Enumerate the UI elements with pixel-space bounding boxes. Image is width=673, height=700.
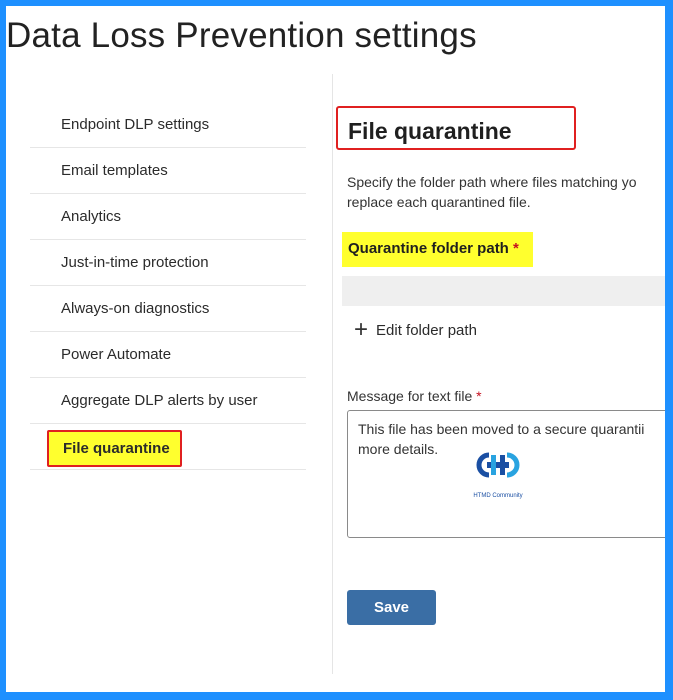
nav-item-power-automate[interactable]: Power Automate xyxy=(30,332,306,378)
nav-item-email-templates[interactable]: Email templates xyxy=(30,148,306,194)
save-button[interactable]: Save xyxy=(347,590,436,625)
nav-item-just-in-time-protection[interactable]: Just-in-time protection xyxy=(30,240,306,286)
quarantine-folder-path-field[interactable] xyxy=(342,276,665,306)
htmd-logo-caption: HTMD Community xyxy=(473,493,523,499)
message-textarea[interactable]: This file has been moved to a secure qua… xyxy=(347,410,665,538)
nav-item-label: File quarantine xyxy=(47,430,182,467)
nav-item-label: Analytics xyxy=(61,208,122,225)
message-field-label: Message for text file * xyxy=(347,388,482,404)
nav-item-label: Just-in-time protection xyxy=(61,254,209,271)
nav-item-label: Always-on diagnostics xyxy=(61,300,210,317)
section-title: File quarantine xyxy=(336,106,576,150)
field-label-text: Message for text file xyxy=(347,388,473,404)
panel-divider xyxy=(332,74,333,674)
nav-item-label: Email templates xyxy=(61,162,168,179)
nav-item-analytics[interactable]: Analytics xyxy=(30,194,306,240)
edit-folder-path-button[interactable]: + Edit folder path xyxy=(354,316,477,343)
nav-item-file-quarantine[interactable]: File quarantine xyxy=(30,424,306,470)
screenshot-frame: Data Loss Prevention settings Endpoint D… xyxy=(6,6,665,692)
settings-nav: Endpoint DLP settings Email templates An… xyxy=(30,102,306,470)
section-description: Specify the folder path where files matc… xyxy=(347,172,665,212)
nav-item-label: Power Automate xyxy=(61,346,172,363)
nav-item-aggregate-dlp-alerts[interactable]: Aggregate DLP alerts by user xyxy=(30,378,306,424)
required-mark: * xyxy=(476,388,482,404)
plus-icon: + xyxy=(354,316,369,343)
nav-item-always-on-diagnostics[interactable]: Always-on diagnostics xyxy=(30,286,306,332)
message-line: This file has been moved to a secure qua… xyxy=(358,421,645,437)
required-mark: * xyxy=(513,240,519,257)
field-label-text: Quarantine folder path xyxy=(348,240,509,257)
edit-folder-path-label: Edit folder path xyxy=(376,321,477,339)
page-title: Data Loss Prevention settings xyxy=(6,16,477,55)
description-line: Specify the folder path where files matc… xyxy=(347,174,637,190)
nav-item-endpoint-dlp-settings[interactable]: Endpoint DLP settings xyxy=(30,102,306,148)
quarantine-folder-label: Quarantine folder path * xyxy=(342,232,533,267)
nav-item-label: Endpoint DLP settings xyxy=(61,116,210,133)
htmd-logo: HTMD Community xyxy=(468,449,528,506)
description-line: replace each quarantined file. xyxy=(347,194,531,210)
htmd-logo-mark xyxy=(476,452,520,478)
nav-item-label: Aggregate DLP alerts by user xyxy=(61,392,258,409)
